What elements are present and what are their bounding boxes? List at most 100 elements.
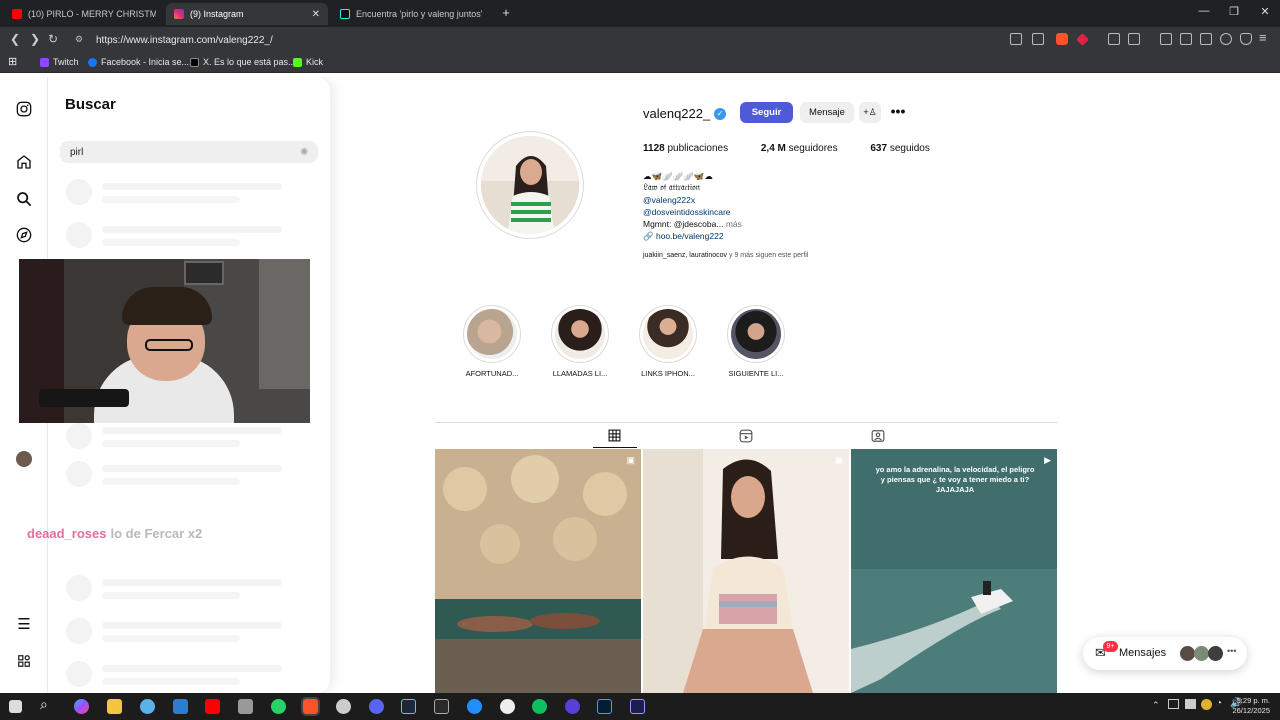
followed-by-more: y 9 más siguen este perfil [729,252,809,259]
file-explorer-icon[interactable] [107,699,122,714]
story-highlight[interactable]: SIGUIENTE LI... [721,305,791,378]
minimize-icon[interactable]: — [1189,5,1219,17]
wallet-icon[interactable] [1200,33,1212,45]
tray-app-icon[interactable] [1201,699,1212,710]
leo-ai-icon[interactable] [1220,33,1232,45]
tab-tiktok[interactable]: Encuentra 'pirlo y valeng juntos' en T [332,3,492,25]
twitch-icon [40,57,49,67]
following-stat[interactable]: 637 seguidos [870,143,930,154]
message-button[interactable]: Mensaje [800,102,854,123]
brave-icon[interactable] [301,697,320,716]
unread-badge: 9+ [1103,641,1118,652]
app-icon[interactable] [467,699,482,714]
app-icon[interactable] [500,699,515,714]
close-window-icon[interactable]: ✕ [1250,5,1280,18]
follow-button[interactable]: Seguir [740,102,793,123]
bookmark-twitch[interactable]: Twitch [40,57,79,67]
whatsapp-icon[interactable] [271,699,286,714]
tray-app-icon[interactable] [1185,699,1196,709]
brave-shields-icon[interactable] [1056,33,1068,45]
search-icon[interactable] [14,189,34,209]
back-icon[interactable]: ❮ [10,32,20,46]
cast-icon[interactable] [1010,33,1022,45]
more-menu-icon[interactable]: ☰ [14,614,34,634]
address-bar[interactable]: ⚙ https://www.instagram.com/valeng222_/ [70,30,1270,50]
obs-icon[interactable] [336,699,351,714]
extensions-icon[interactable] [1108,33,1120,45]
network-icon[interactable]: ◔ [1216,698,1222,709]
post-tile[interactable]: ▣ [435,449,641,693]
bio-emoji-line: ☁🦋🪽🪽🪽🦋☁ [643,171,713,181]
forward-icon[interactable]: ❯ [30,32,40,46]
bookmark-x[interactable]: X. Es lo que está pas... [190,57,296,67]
screenshot-icon[interactable] [1128,33,1140,45]
app-icon[interactable] [173,699,188,714]
reels-icon[interactable] [739,429,753,446]
app-icon[interactable] [532,699,547,714]
menu-icon[interactable]: ≡ [1259,30,1267,45]
close-tab-icon[interactable]: ✕ [312,9,320,20]
app-icon[interactable] [140,699,155,714]
messages-button[interactable]: ✉ 9+ Mensajes ••• [1083,637,1247,670]
explore-icon[interactable] [14,225,34,245]
webcam-overlay [19,259,310,423]
steam-icon[interactable] [401,699,416,714]
reel-icon: ▶ [1044,455,1051,465]
media-icon[interactable] [1160,33,1172,45]
bio-mgmt-text: Mgmnt: @jdescoba... [643,219,724,229]
tray-overflow-icon[interactable]: ⌃ [1152,700,1160,711]
new-tab-button[interactable]: + [491,5,521,20]
search-icon[interactable]: ⌕ [40,696,55,712]
bookmark-facebook[interactable]: Facebook - Inicia se... [88,57,189,67]
vpn-app-icon[interactable] [565,699,580,714]
followers-stat[interactable]: 2,4 M seguidores [761,143,838,154]
story-highlight[interactable]: LINKS IPHON... [633,305,703,378]
youtube-icon[interactable] [205,699,220,714]
discord-icon[interactable] [369,699,384,714]
bio-mention-link[interactable]: @valeng222x [643,194,742,206]
windows-start-icon[interactable] [9,700,22,713]
tray-app-icon[interactable] [1168,699,1179,709]
epic-games-icon[interactable] [434,699,449,714]
home-icon[interactable] [14,152,34,172]
sidebar-icon[interactable] [1180,33,1192,45]
tab-instagram[interactable]: (9) Instagram ✕ [166,3,328,25]
apps-grid-icon[interactable]: ⊞ [8,55,17,68]
tab-youtube[interactable]: (10) PIRLO - MERRY CHRISTMAS 1 [I [4,3,164,25]
copilot-icon[interactable] [74,699,89,714]
app-icon[interactable] [238,699,253,714]
suggested-users-icon[interactable]: +♙ [859,102,881,123]
bookmark-kick[interactable]: Kick [293,57,323,67]
stream-chat-message: deaad_roses lo de Fercar x2 [27,526,202,541]
bookmarks-bar: ⊞ Twitch Facebook - Inicia se... X. Es l… [0,53,1280,73]
story-highlight[interactable]: AFORTUNAD... [457,305,527,378]
followed-by-text[interactable]: juakiin_saenz, lauratinocov y 9 más sigu… [643,252,808,259]
restore-icon[interactable]: ❐ [1219,5,1249,18]
story-highlight[interactable]: LLAMADAS LI... [545,305,615,378]
bio-mention-link[interactable]: @dosveintidosskincare [643,206,742,218]
media-encoder-icon[interactable] [630,699,645,714]
profile-avatar[interactable] [476,131,584,239]
avatar[interactable] [14,449,34,469]
bookmark-label: X. Es lo que está pas... [203,57,296,67]
post-tile[interactable]: ▣ [643,449,849,693]
clock-time: 5:29 p. m. [1236,696,1270,705]
search-input[interactable] [60,141,318,163]
photoshop-icon[interactable] [597,699,612,714]
share-icon[interactable] [1032,33,1044,45]
site-settings-icon[interactable]: ⚙ [75,34,83,45]
bio-external-link[interactable]: 🔗 hoo.be/valeng222 [643,230,742,242]
bio-more-link[interactable]: más [726,219,742,229]
url-text: https://www.instagram.com/valeng222_/ [96,34,273,46]
also-from-meta-icon[interactable] [14,651,34,671]
tagged-icon[interactable] [871,429,885,446]
post-tile[interactable]: yo amo la adrenalina, la velocidad, el p… [851,449,1057,693]
system-clock[interactable]: 5:29 p. m. 26/12/2025 [1232,696,1270,716]
vpn-icon[interactable] [1240,33,1252,45]
x-icon [190,57,199,67]
reload-icon[interactable]: ↻ [48,32,58,46]
more-options-icon[interactable]: ••• [888,101,908,122]
bio-mgmt-line: Mgmnt: @jdescoba... más [643,218,742,230]
instagram-logo-icon[interactable] [14,99,34,119]
posts-grid-icon[interactable] [608,429,621,445]
